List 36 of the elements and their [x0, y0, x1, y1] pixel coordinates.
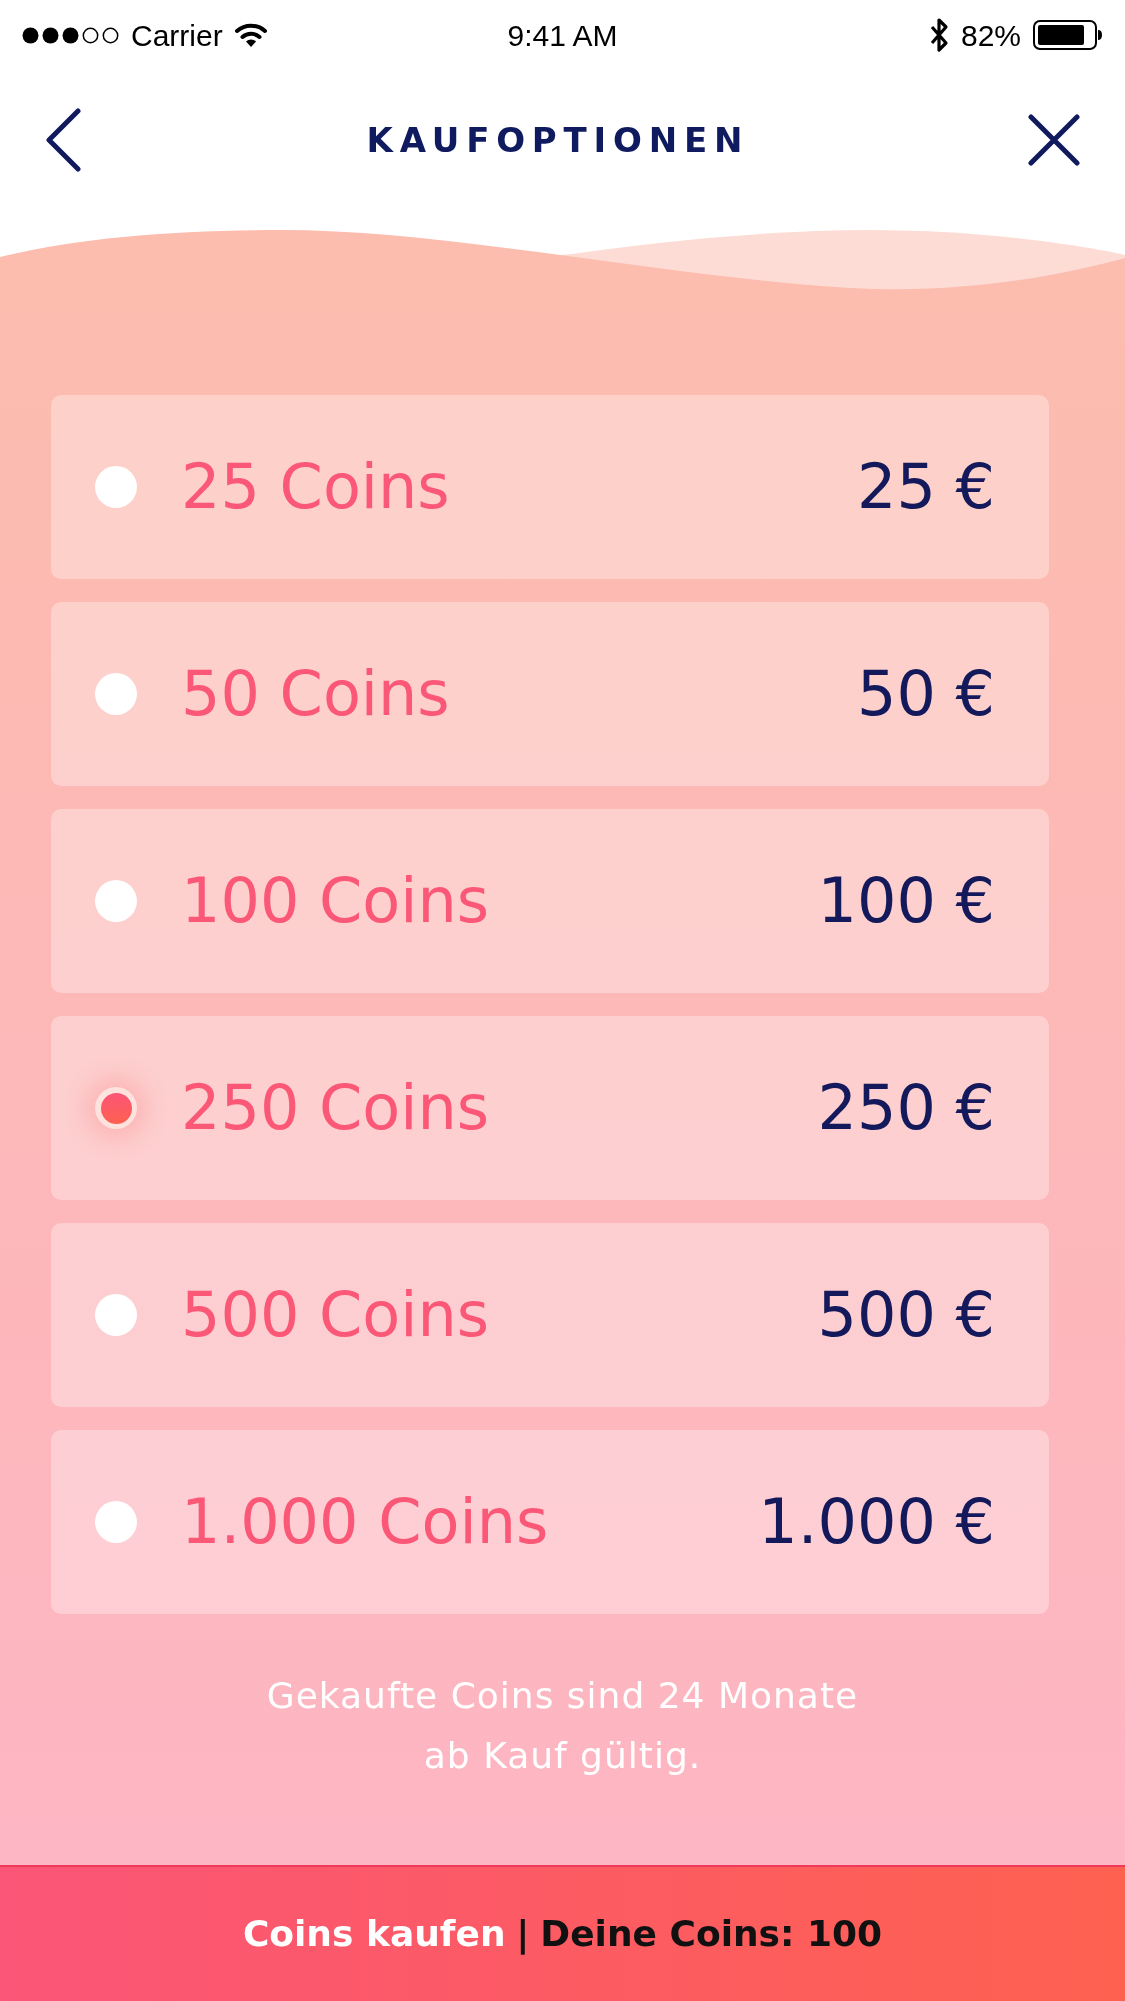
battery-icon [1033, 20, 1103, 50]
radio-button[interactable] [95, 1501, 137, 1543]
option-card[interactable]: 500 Coins 500 € [51, 1223, 1049, 1407]
battery-percent: 82% [960, 17, 1021, 54]
coin-amount: 250 Coins [181, 1073, 490, 1143]
wifi-icon [234, 22, 267, 48]
page-title: KAUFOPTIONEN [366, 118, 750, 162]
option-card[interactable]: 250 Coins 250 € [51, 1016, 1049, 1200]
coin-amount: 500 Coins [181, 1280, 490, 1350]
radio-button[interactable] [95, 1294, 137, 1336]
coin-amount: 25 Coins [181, 452, 450, 522]
option-card[interactable]: 25 Coins 25 € [51, 395, 1049, 579]
close-icon[interactable] [1028, 114, 1080, 166]
price: 1.000 € [758, 1487, 995, 1557]
back-icon[interactable] [45, 108, 81, 172]
buy-coins-button[interactable]: Coins kaufen | Deine Coins: 100 [0, 1865, 1125, 2001]
price: 100 € [817, 866, 995, 936]
option-card[interactable]: 50 Coins 50 € [51, 602, 1049, 786]
price: 500 € [817, 1280, 995, 1350]
coin-amount: 1.000 Coins [181, 1487, 549, 1557]
carrier-name: Carrier [131, 17, 223, 54]
option-card[interactable]: 100 Coins 100 € [51, 809, 1049, 993]
bluetooth-icon [928, 17, 949, 53]
price: 50 € [856, 659, 995, 729]
coin-amount: 50 Coins [181, 659, 450, 729]
radio-button[interactable] [95, 880, 137, 922]
status-time: 9:41 AM [507, 17, 618, 54]
price: 25 € [856, 452, 995, 522]
signal-icon [22, 26, 119, 44]
price: 250 € [817, 1073, 995, 1143]
radio-button[interactable] [95, 673, 137, 715]
option-card[interactable]: 1.000 Coins 1.000 € [51, 1430, 1049, 1614]
radio-button[interactable] [95, 1087, 137, 1129]
validity-note: Gekaufte Coins sind 24 Monate ab Kauf gültig. [265, 1674, 860, 1778]
coin-amount: 100 Coins [181, 866, 490, 936]
radio-button[interactable] [95, 466, 137, 508]
